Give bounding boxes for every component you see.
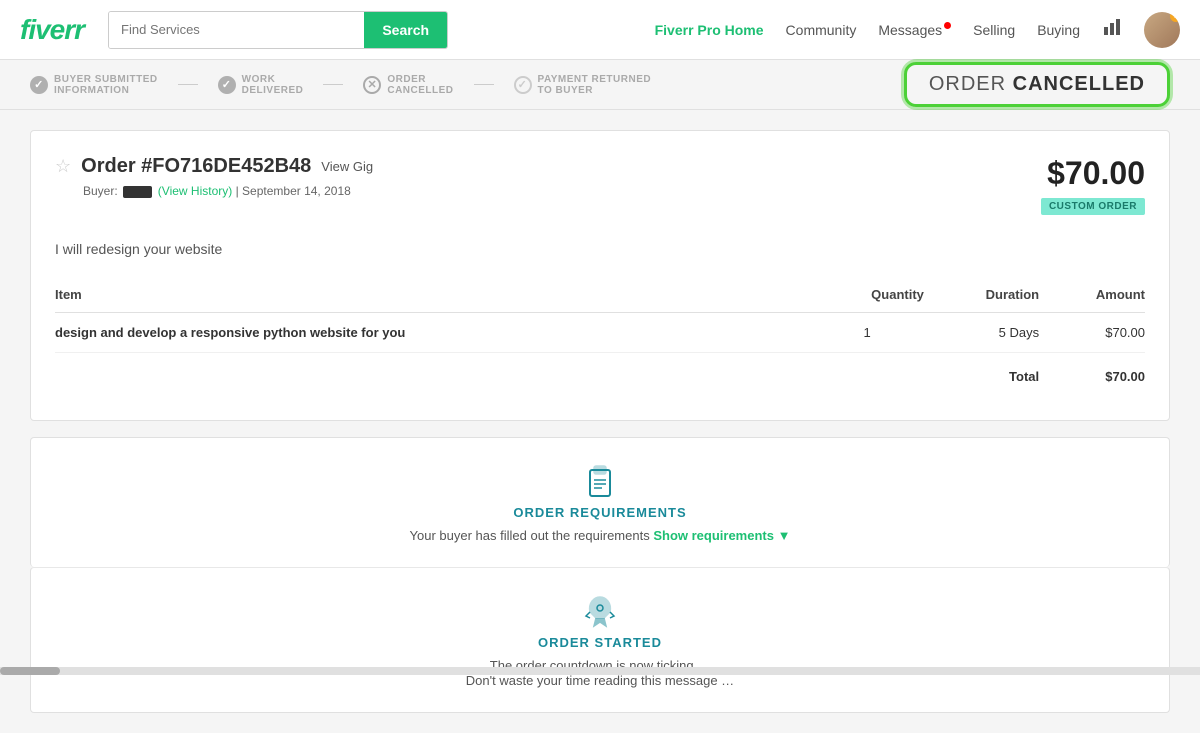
step-label-3: ORDERCANCELLED <box>387 74 453 96</box>
step-work-delivered: ✓ WORKDELIVERED <box>218 74 304 96</box>
step-x-icon: ✕ <box>363 76 381 94</box>
total-label: Total <box>924 353 1039 397</box>
main-content: ☆ Order #FO716DE452B48 View Gig Buyer: (… <box>0 110 1200 733</box>
custom-order-badge: CUSTOM ORDER <box>1041 198 1145 215</box>
nav-community[interactable]: Community <box>786 22 857 38</box>
nav-buying[interactable]: Buying <box>1037 22 1080 38</box>
header: fiverr Search Fiverr Pro Home Community … <box>0 0 1200 60</box>
step-label-2: WORKDELIVERED <box>242 74 304 96</box>
item-amount: $70.00 <box>1039 313 1145 353</box>
order-header: ☆ Order #FO716DE452B48 View Gig Buyer: (… <box>55 155 1145 215</box>
buyer-label: Buyer: <box>83 184 118 198</box>
search-bar: Search <box>108 11 448 49</box>
order-cancelled-text: ORDER CANCELLED <box>929 73 1145 95</box>
total-empty-1 <box>55 353 810 397</box>
step-check-icon-1: ✓ <box>30 76 48 94</box>
item-quantity: 1 <box>810 313 924 353</box>
buyer-name <box>123 186 152 198</box>
logo[interactable]: fiverr <box>20 14 84 46</box>
item-name: design and develop a responsive python w… <box>55 313 810 353</box>
stats-icon[interactable] <box>1102 17 1122 43</box>
order-title-row: ☆ Order #FO716DE452B48 View Gig <box>55 155 373 178</box>
step-check-icon-4: ✓ <box>514 76 532 94</box>
step-order-cancelled: ✕ ORDERCANCELLED <box>363 74 453 96</box>
horizontal-scrollbar[interactable] <box>0 667 1200 675</box>
status-steps: ✓ BUYER SUBMITTEDINFORMATION ✓ WORKDELIV… <box>30 74 651 96</box>
nav-messages[interactable]: Messages <box>878 22 951 38</box>
col-duration: Duration <box>924 277 1039 313</box>
col-item: Item <box>55 277 810 313</box>
view-history-link[interactable]: (View History) <box>158 184 232 198</box>
nav-selling[interactable]: Selling <box>973 22 1015 38</box>
avatar-badge: 1 <box>1170 12 1180 22</box>
favorite-star-icon[interactable]: ☆ <box>55 156 71 177</box>
order-price: $70.00 <box>1041 155 1145 192</box>
total-value: $70.00 <box>1039 353 1145 397</box>
order-cancelled-badge: ORDER CANCELLED <box>904 62 1170 107</box>
order-date: September 14, 2018 <box>242 184 351 198</box>
step-buyer-submitted: ✓ BUYER SUBMITTEDINFORMATION <box>30 74 158 96</box>
status-bar: ✓ BUYER SUBMITTEDINFORMATION ✓ WORKDELIV… <box>0 60 1200 110</box>
show-requirements-link[interactable]: Show requirements ▼ <box>653 528 790 543</box>
step-label-4: PAYMENT RETURNEDTO BUYER <box>538 74 652 96</box>
order-started-section: ORDER STARTED The order countdown is now… <box>30 567 1170 713</box>
avatar[interactable]: 1 <box>1144 12 1180 48</box>
clipboard-icon <box>55 462 1145 505</box>
step-check-icon-2: ✓ <box>218 76 236 94</box>
header-nav: Fiverr Pro Home Community Messages Selli… <box>655 12 1180 48</box>
order-meta: Buyer: (View History) | September 14, 20… <box>83 184 373 198</box>
requirements-desc: Your buyer has filled out the requiremen… <box>55 528 1145 543</box>
total-empty-2 <box>810 353 924 397</box>
table-total-row: Total $70.00 <box>55 353 1145 397</box>
step-divider-1 <box>178 84 198 85</box>
order-started-title: ORDER STARTED <box>55 635 1145 650</box>
view-gig-link[interactable]: View Gig <box>321 159 373 174</box>
step-divider-3 <box>474 84 494 85</box>
table-header-row: Item Quantity Duration Amount <box>55 277 1145 313</box>
search-button[interactable]: Search <box>364 12 447 48</box>
requirements-section: ORDER REQUIREMENTS Your buyer has filled… <box>30 437 1170 567</box>
order-title-section: ☆ Order #FO716DE452B48 View Gig Buyer: (… <box>55 155 373 198</box>
search-input[interactable] <box>109 12 364 48</box>
table-row: design and develop a responsive python w… <box>55 313 1145 353</box>
scrollbar-thumb[interactable] <box>0 667 60 675</box>
order-started-line2: Don't waste your time reading this messa… <box>55 673 1145 688</box>
col-quantity: Quantity <box>810 277 924 313</box>
rocket-icon <box>55 592 1145 635</box>
step-payment-returned: ✓ PAYMENT RETURNEDTO BUYER <box>514 74 652 96</box>
order-cancelled-container: ORDER CANCELLED <box>904 62 1170 107</box>
messages-dot <box>944 22 951 29</box>
step-label-1: BUYER SUBMITTEDINFORMATION <box>54 74 158 96</box>
order-number: Order #FO716DE452B48 <box>81 155 311 178</box>
step-divider-2 <box>323 84 343 85</box>
order-table: Item Quantity Duration Amount design and… <box>55 277 1145 396</box>
requirements-title: ORDER REQUIREMENTS <box>55 505 1145 520</box>
order-card: ☆ Order #FO716DE452B48 View Gig Buyer: (… <box>30 130 1170 421</box>
nav-pro-home[interactable]: Fiverr Pro Home <box>655 22 764 38</box>
requirements-desc-text: Your buyer has filled out the requiremen… <box>410 528 650 543</box>
order-description: I will redesign your website <box>55 231 1145 257</box>
col-amount: Amount <box>1039 277 1145 313</box>
item-duration: 5 Days <box>924 313 1039 353</box>
order-price-section: $70.00 CUSTOM ORDER <box>1041 155 1145 215</box>
